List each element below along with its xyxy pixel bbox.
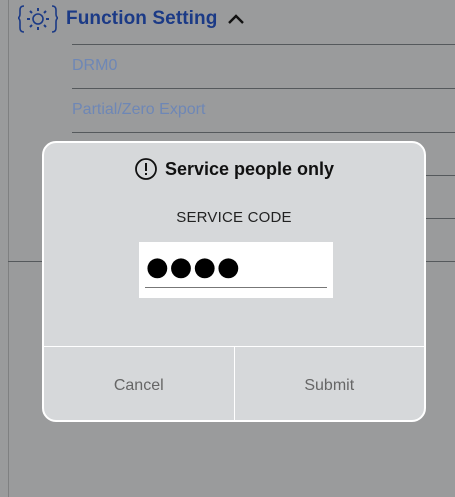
- dialog-actions: Cancel Submit: [44, 346, 425, 420]
- dialog-title-text: Service people only: [164, 158, 335, 179]
- header-title: Function Setting: [66, 8, 218, 29]
- service-code-dialog: Service people only SERVICE CODE ●●●● Ca…: [42, 141, 426, 422]
- chevron-up-icon[interactable]: [227, 13, 245, 25]
- exclamation-circle-icon: [135, 158, 157, 180]
- menu-item-partial-zero-export[interactable]: Partial/Zero Export: [72, 88, 455, 133]
- cancel-button[interactable]: Cancel: [44, 347, 235, 420]
- menu-item-label: Partial/Zero Export: [72, 101, 206, 118]
- dialog-title: Service people only: [44, 155, 424, 183]
- service-code-input[interactable]: ●●●●: [139, 242, 333, 298]
- menu-item-drm0[interactable]: DRM0: [72, 44, 455, 89]
- service-code-label: SERVICE CODE: [176, 209, 292, 226]
- panel-border: [8, 0, 9, 497]
- service-code-value: ●●●●: [146, 252, 241, 282]
- submit-button[interactable]: Submit: [235, 347, 425, 420]
- function-setting-header[interactable]: Function Setting: [18, 0, 245, 38]
- input-underline: [145, 287, 327, 288]
- menu-item-label: DRM0: [72, 57, 118, 74]
- gear-icon: [18, 5, 58, 33]
